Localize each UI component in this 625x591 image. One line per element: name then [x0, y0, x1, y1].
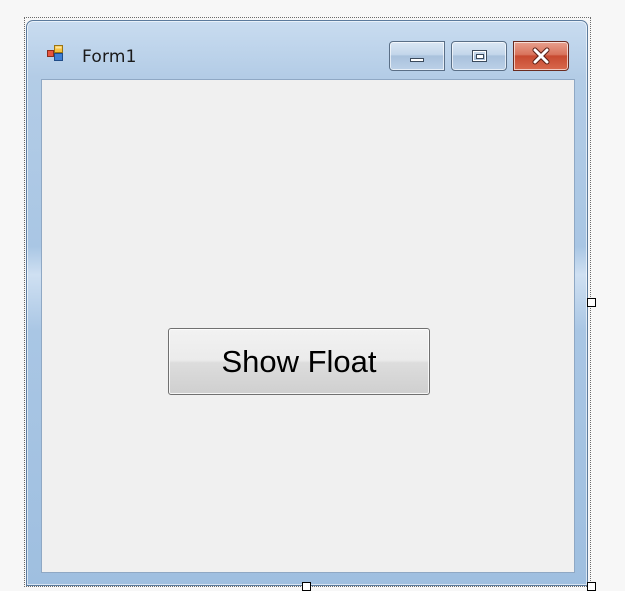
- resize-handle-right[interactable]: [587, 298, 596, 307]
- window-title: Form1: [82, 47, 137, 67]
- maximize-icon: [472, 50, 487, 62]
- show-float-button[interactable]: Show Float: [168, 328, 430, 395]
- minimize-icon: [410, 58, 424, 62]
- maximize-button[interactable]: [451, 41, 507, 71]
- minimize-button[interactable]: [389, 41, 445, 71]
- form-window: Form1 Show Float: [26, 20, 588, 586]
- form-app-icon: [47, 45, 63, 61]
- close-icon: [532, 47, 550, 65]
- close-button[interactable]: [513, 41, 569, 71]
- title-bar[interactable]: Form1: [27, 21, 587, 79]
- form-client-area: Show Float: [41, 79, 575, 573]
